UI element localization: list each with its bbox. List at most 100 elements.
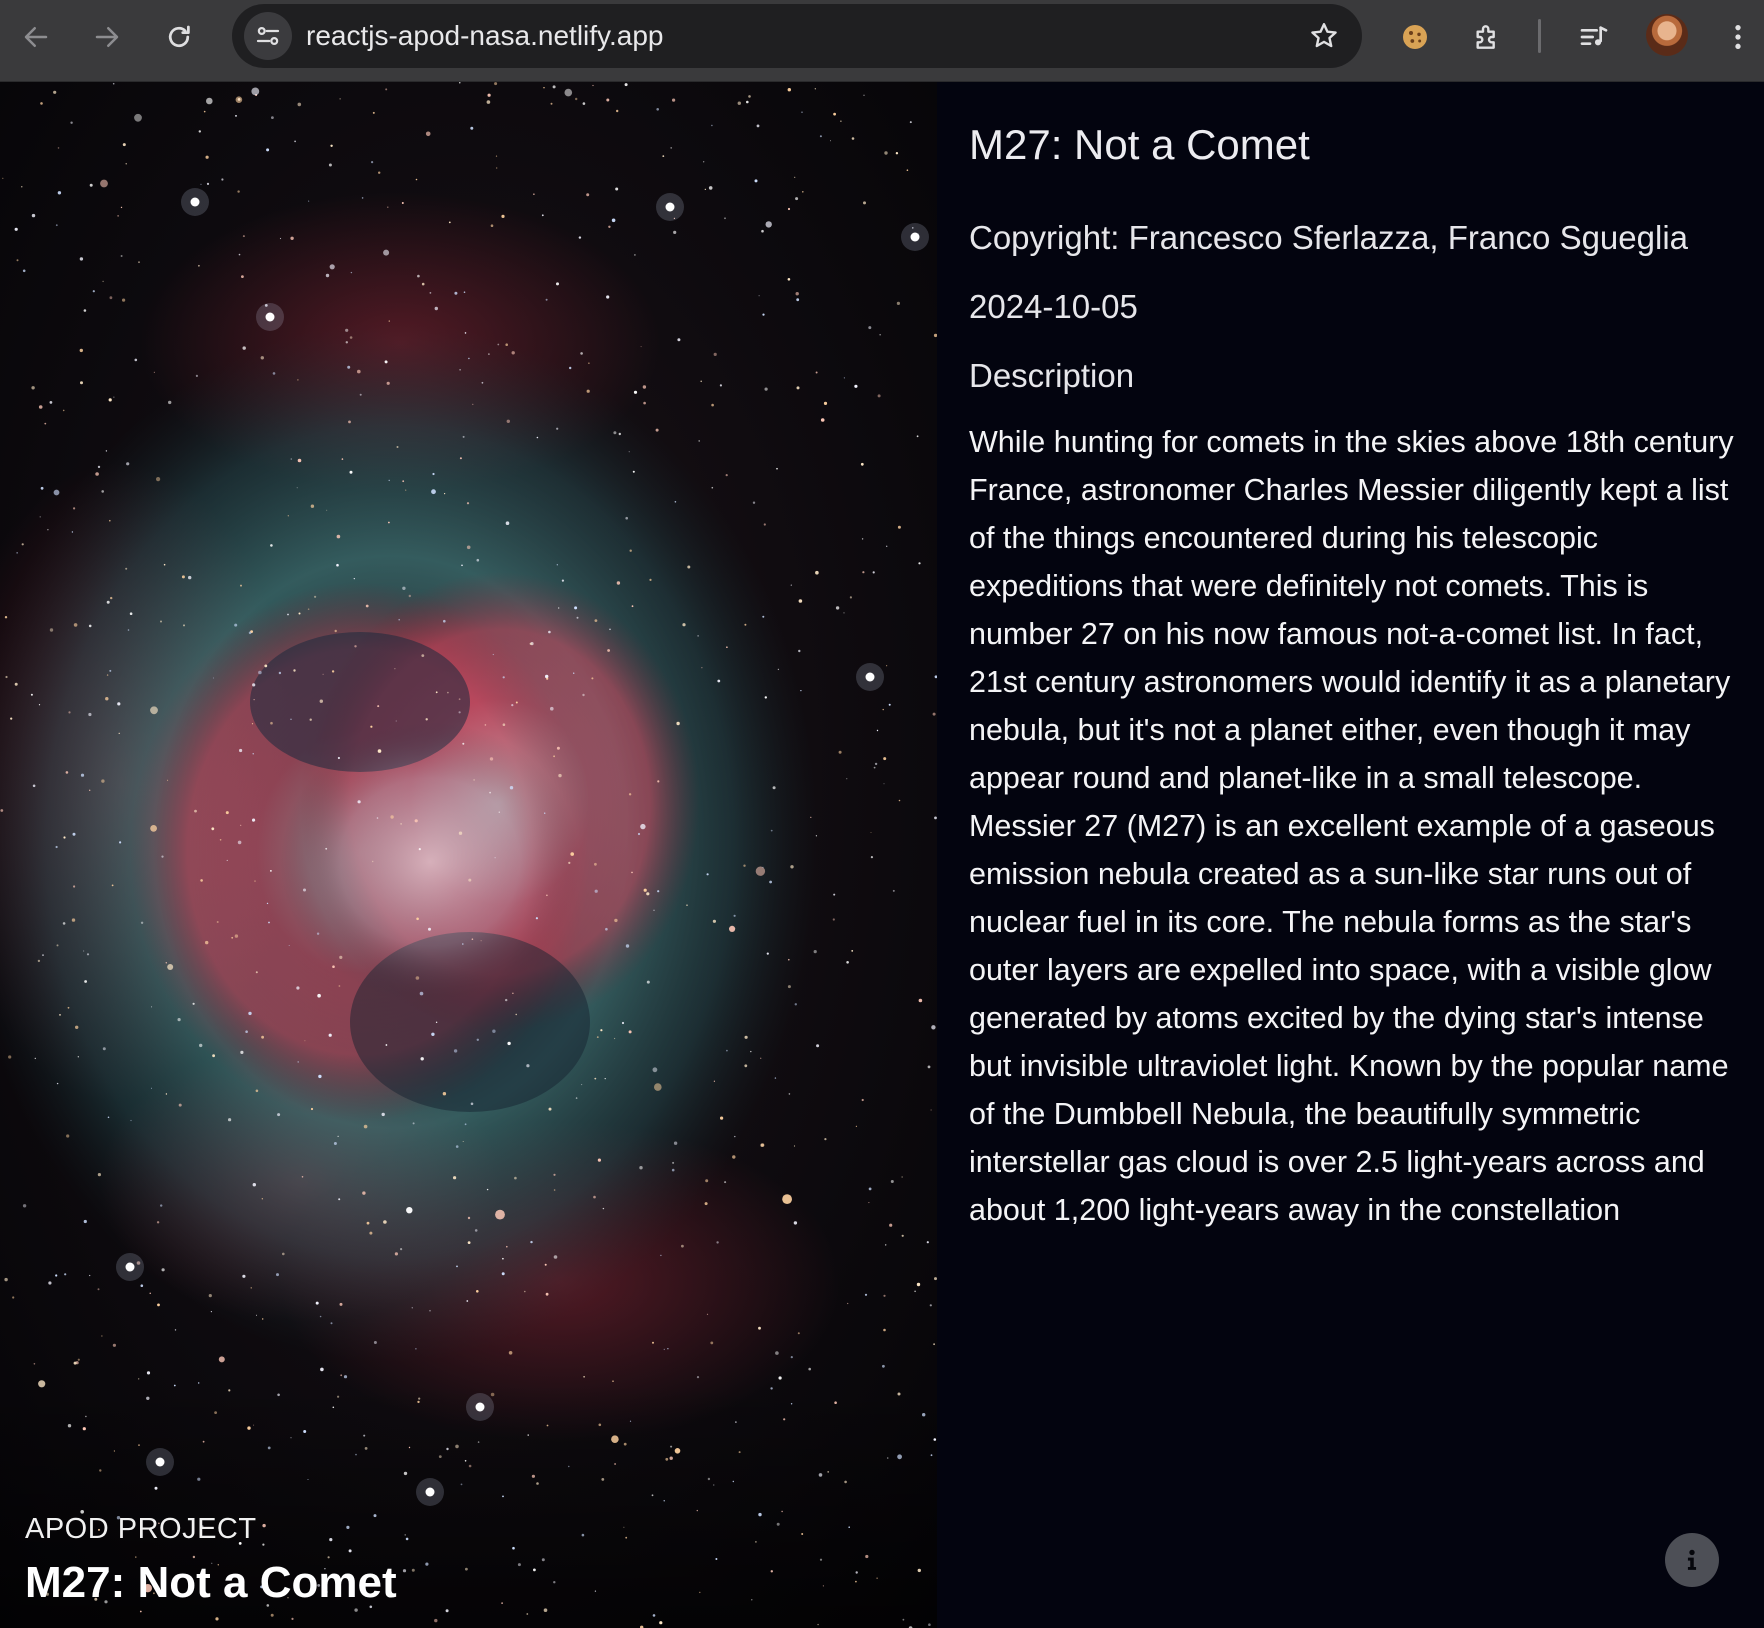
- star: [815, 371, 818, 374]
- star: [515, 1013, 517, 1016]
- star: [665, 1457, 669, 1461]
- star: [429, 292, 432, 294]
- site-settings-button[interactable]: [244, 12, 292, 60]
- star: [494, 82, 498, 86]
- star: [705, 1179, 709, 1183]
- star: [77, 1358, 80, 1361]
- star: [337, 1395, 340, 1398]
- star: [769, 880, 772, 884]
- star: [200, 183, 202, 185]
- address-bar[interactable]: reactjs-apod-nasa.netlify.app: [232, 4, 1362, 68]
- star: [929, 1304, 932, 1307]
- star: [614, 1037, 616, 1040]
- star: [670, 1445, 673, 1448]
- profile-avatar[interactable]: [1646, 14, 1688, 56]
- star: [844, 1480, 847, 1484]
- star: [381, 1112, 385, 1117]
- star: [202, 1440, 205, 1443]
- star: [252, 753, 254, 755]
- reload-button[interactable]: [155, 13, 203, 61]
- star: [377, 705, 380, 708]
- star: [609, 628, 611, 631]
- star: [347, 365, 351, 369]
- star: [507, 1041, 511, 1046]
- star: [255, 1089, 259, 1093]
- star: [388, 479, 390, 482]
- star: [353, 578, 355, 580]
- star: [598, 1423, 602, 1427]
- star: [726, 646, 728, 648]
- star: [361, 197, 364, 199]
- star: [606, 295, 610, 299]
- star: [129, 612, 133, 615]
- star: [553, 1189, 556, 1191]
- star: [575, 97, 578, 101]
- star: [570, 852, 574, 856]
- star: [14, 682, 18, 686]
- star: [861, 1098, 864, 1102]
- back-button[interactable]: [12, 13, 60, 61]
- star: [239, 748, 243, 753]
- star: [134, 358, 138, 362]
- star: [481, 381, 484, 384]
- star: [67, 1006, 70, 1009]
- star: [711, 486, 714, 489]
- star: [77, 1056, 79, 1058]
- star: [80, 773, 85, 777]
- star: [772, 786, 776, 790]
- bookmark-button[interactable]: [1300, 12, 1348, 60]
- star: [573, 672, 575, 674]
- star: [874, 762, 878, 766]
- info-button[interactable]: [1665, 1533, 1719, 1587]
- bright-star: [155, 1457, 165, 1467]
- star: [660, 1254, 662, 1257]
- star: [270, 870, 272, 872]
- star: [854, 384, 858, 388]
- star: [291, 1617, 294, 1620]
- star: [605, 927, 608, 931]
- star: [474, 1229, 478, 1232]
- star: [266, 148, 270, 152]
- star: [161, 1268, 165, 1272]
- star: [383, 1220, 387, 1224]
- forward-button[interactable]: [83, 13, 131, 61]
- star: [225, 811, 229, 815]
- star: [797, 1332, 800, 1335]
- cookie-extension-button[interactable]: [1391, 13, 1439, 61]
- star: [827, 1471, 830, 1473]
- star: [319, 699, 323, 703]
- star: [761, 229, 764, 233]
- star: [200, 879, 203, 882]
- extensions-button[interactable]: [1463, 13, 1511, 61]
- star: [385, 1044, 388, 1046]
- star: [697, 635, 699, 637]
- star: [253, 1424, 255, 1426]
- star: [591, 677, 594, 680]
- star: [667, 1348, 669, 1350]
- star: [405, 489, 407, 491]
- star: [88, 712, 92, 717]
- star: [918, 998, 923, 1003]
- star: [83, 1219, 87, 1224]
- star: [459, 369, 461, 371]
- apod-image: APOD PROJECT M27: Not a Comet: [0, 82, 937, 1628]
- star: [194, 809, 197, 813]
- more-menu-button[interactable]: [1714, 13, 1762, 61]
- star: [639, 1166, 643, 1170]
- star: [704, 1202, 708, 1206]
- media-queue-button[interactable]: [1570, 13, 1618, 61]
- star: [44, 422, 47, 425]
- star: [406, 1207, 413, 1214]
- star: [625, 516, 628, 520]
- url-text[interactable]: reactjs-apod-nasa.netlify.app: [306, 20, 663, 52]
- star: [205, 155, 209, 159]
- star: [808, 1367, 811, 1371]
- star: [252, 818, 256, 822]
- star: [776, 1522, 780, 1526]
- star: [226, 859, 228, 861]
- star: [290, 236, 294, 240]
- star: [594, 889, 598, 893]
- star: [456, 1265, 458, 1268]
- star: [735, 1421, 737, 1423]
- media-queue-icon: [1580, 26, 1608, 46]
